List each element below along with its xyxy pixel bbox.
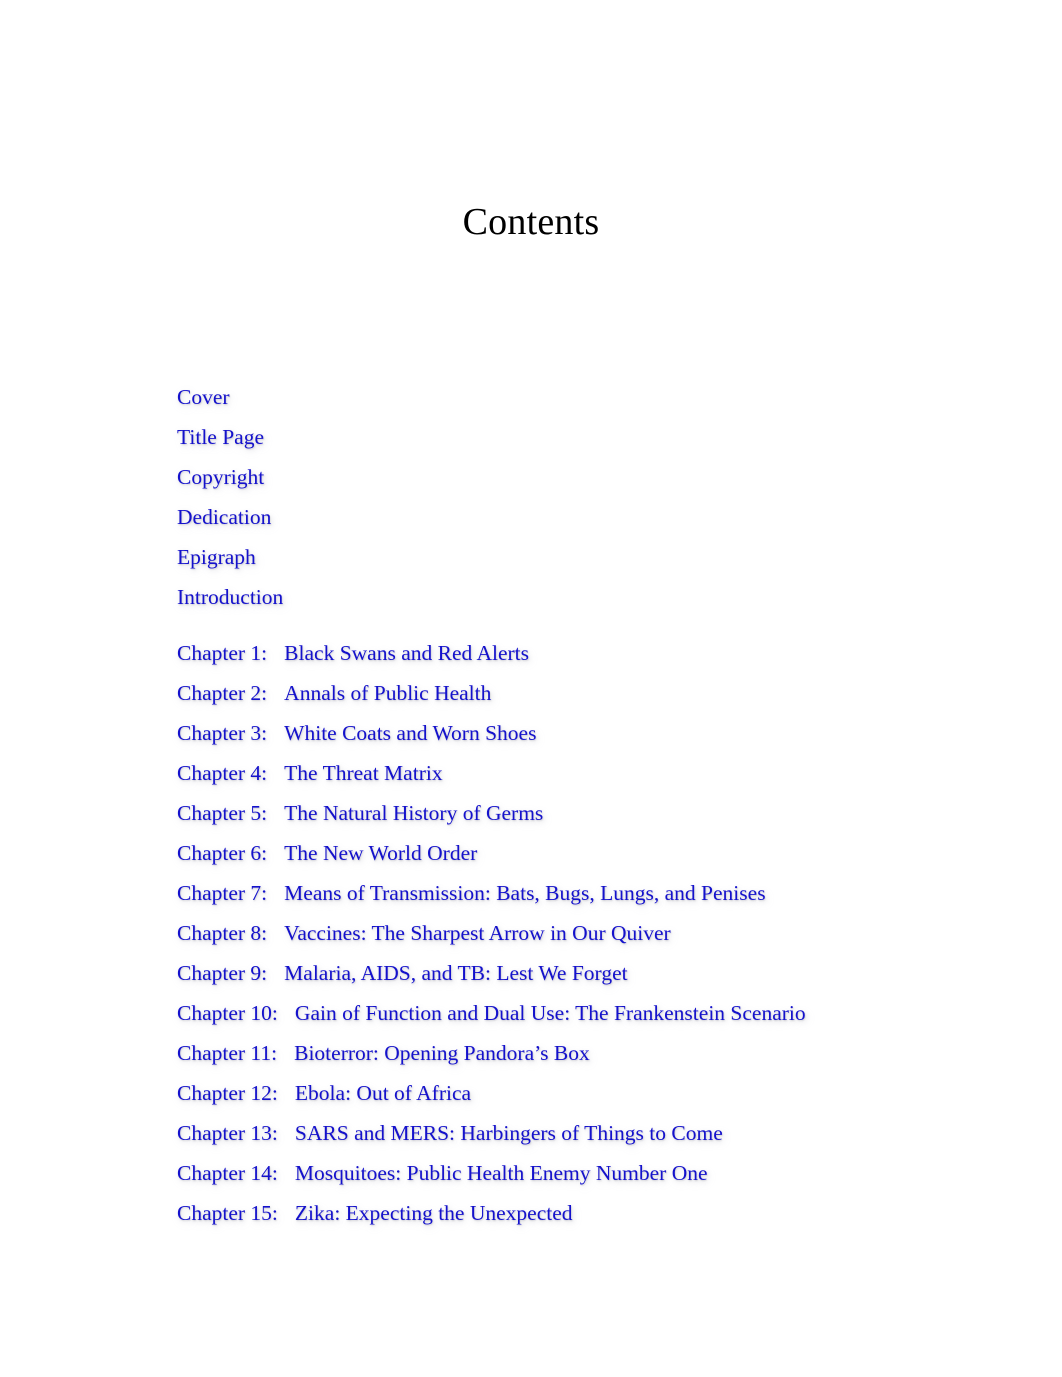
toc-chapter-link[interactable]: Chapter 7: Means of Transmission: Bats, B… [177, 873, 977, 913]
chapter-number-label: Chapter 1: [177, 641, 268, 665]
chapter-title-label: Mosquitoes: Public Health Enemy Number O… [294, 1161, 708, 1185]
toc-front-matter-link[interactable]: Epigraph [177, 537, 977, 577]
chapter-number-label: Chapter 10: [177, 1001, 278, 1025]
front-matter-list: Cover Title Page Copyright Dedication Epigra… [177, 377, 977, 617]
chapter-title-label: Means of Transmission: Bats, Bugs, Lungs… [284, 881, 766, 905]
chapter-title-label: The Natural History of Germs [284, 801, 544, 825]
chapter-title-label: The Threat Matrix [284, 761, 443, 785]
toc-chapter-link[interactable]: Chapter 3: White Coats and Worn Shoes [177, 713, 977, 753]
toc-front-matter-link[interactable]: Introduction [177, 577, 977, 617]
toc-chapter-link[interactable]: Chapter 11: Bioterror: Opening Pandora’s … [177, 1033, 977, 1073]
toc-chapter-link[interactable]: Chapter 12: Ebola: Out of Africa [177, 1073, 977, 1113]
chapter-number-label: Chapter 11: [177, 1041, 278, 1065]
chapter-list: Chapter 1: Black Swans and Red Alerts Chap… [177, 633, 977, 1233]
toc-chapter-link[interactable]: Chapter 14: Mosquitoes: Public Health Ene… [177, 1153, 977, 1193]
table-of-contents: Cover Title Page Copyright Dedication Epigra… [177, 377, 977, 1233]
toc-front-matter-link[interactable]: Dedication [177, 497, 977, 537]
document-page: Contents Cover Title Page Copyright Dedicat… [0, 0, 1062, 1377]
toc-chapter-link[interactable]: Chapter 10: Gain of Function and Dual Use… [177, 993, 977, 1033]
toc-chapter-link[interactable]: Chapter 6: The New World Order [177, 833, 977, 873]
toc-chapter-link[interactable]: Chapter 8: Vaccines: The Sharpest Arrow i… [177, 913, 977, 953]
chapter-number-label: Chapter 7: [177, 881, 268, 905]
chapter-title-label: Gain of Function and Dual Use: The Frank… [294, 1001, 806, 1025]
chapter-number-label: Chapter 9: [177, 961, 268, 985]
toc-chapter-link[interactable]: Chapter 5: The Natural History of Germs [177, 793, 977, 833]
chapter-number-label: Chapter 13: [177, 1121, 278, 1145]
chapter-title-label: SARS and MERS: Harbingers of Things to C… [294, 1121, 723, 1145]
chapter-number-label: Chapter 15: [177, 1201, 278, 1225]
chapter-number-label: Chapter 8: [177, 921, 268, 945]
chapter-title-label: Annals of Public Health [284, 681, 492, 705]
toc-chapter-link[interactable]: Chapter 13: SARS and MERS: Harbingers of … [177, 1113, 977, 1153]
chapter-number-label: Chapter 4: [177, 761, 268, 785]
toc-chapter-link[interactable]: Chapter 1: Black Swans and Red Alerts [177, 633, 977, 673]
toc-front-matter-link[interactable]: Copyright [177, 457, 977, 497]
chapter-title-label: The New World Order [284, 841, 478, 865]
chapter-title-label: Vaccines: The Sharpest Arrow in Our Quiv… [284, 921, 671, 945]
toc-chapter-link[interactable]: Chapter 9: Malaria, AIDS, and TB: Lest We… [177, 953, 977, 993]
chapter-title-label: Ebola: Out of Africa [294, 1081, 472, 1105]
toc-front-matter-link[interactable]: Title Page [177, 417, 977, 457]
toc-front-matter-link[interactable]: Cover [177, 377, 977, 417]
chapter-number-label: Chapter 2: [177, 681, 268, 705]
toc-chapter-link[interactable]: Chapter 15: Zika: Expecting the Unexpecte… [177, 1193, 977, 1233]
chapter-number-label: Chapter 14: [177, 1161, 278, 1185]
chapter-number-label: Chapter 3: [177, 721, 268, 745]
chapter-title-label: Zika: Expecting the Unexpected [294, 1201, 573, 1225]
chapter-number-label: Chapter 5: [177, 801, 268, 825]
toc-chapter-link[interactable]: Chapter 2: Annals of Public Health [177, 673, 977, 713]
chapter-number-label: Chapter 12: [177, 1081, 278, 1105]
chapter-title-label: White Coats and Worn Shoes [284, 721, 537, 745]
chapter-title-label: Black Swans and Red Alerts [284, 641, 529, 665]
chapter-title-label: Malaria, AIDS, and TB: Lest We Forget [284, 961, 628, 985]
chapter-title-label: Bioterror: Opening Pandora’s Box [294, 1041, 590, 1065]
toc-chapter-link[interactable]: Chapter 4: The Threat Matrix [177, 753, 977, 793]
chapter-number-label: Chapter 6: [177, 841, 268, 865]
page-title: Contents [462, 201, 600, 243]
